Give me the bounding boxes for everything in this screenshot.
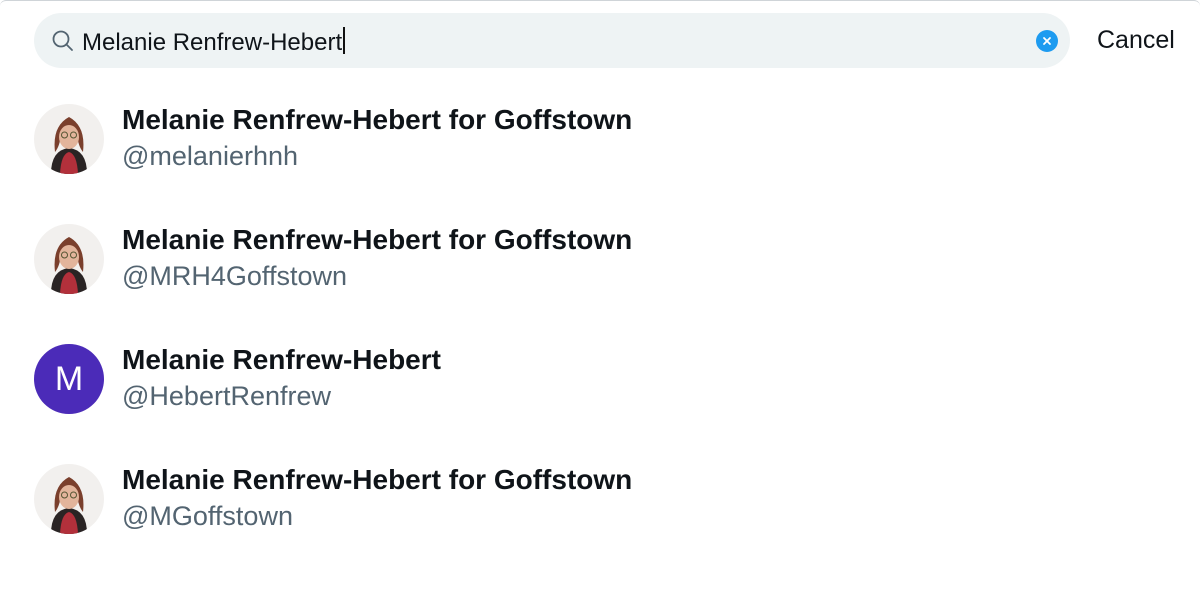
clear-search-button[interactable] [1036, 30, 1058, 52]
avatar-letter: M [54, 359, 84, 398]
result-display-name: Melanie Renfrew-Hebert for Goffstown [122, 104, 633, 135]
search-query-text: Melanie Renfrew-Hebert [82, 29, 343, 56]
result-handle: @melanierhnh [122, 141, 299, 171]
result-handle: @MRH4Goffstown [122, 261, 347, 291]
result-handle: @MGoffstown [122, 501, 293, 531]
search-input[interactable]: Melanie Renfrew-Hebert [82, 27, 346, 57]
search-bar[interactable]: Melanie Renfrew-Hebert [34, 13, 1070, 68]
search-result-item[interactable]: Melanie Renfrew-Hebert for Goffstown @MG… [0, 448, 1200, 558]
result-display-name: Melanie Renfrew-Hebert [122, 344, 441, 375]
cancel-button[interactable]: Cancel [1097, 25, 1175, 55]
avatar[interactable] [34, 224, 104, 294]
text-caret [343, 27, 346, 54]
avatar[interactable]: M [34, 344, 104, 414]
window-frame-edge [0, 0, 1200, 6]
search-result-item[interactable]: Melanie Renfrew-Hebert for Goffstown @MR… [0, 208, 1200, 318]
result-display-name: Melanie Renfrew-Hebert for Goffstown [122, 224, 633, 255]
avatar[interactable] [34, 464, 104, 534]
result-handle: @HebertRenfrew [122, 381, 331, 411]
close-icon [1043, 37, 1051, 45]
result-display-name: Melanie Renfrew-Hebert for Goffstown [122, 464, 633, 495]
search-result-item[interactable]: Melanie Renfrew-Hebert for Goffstown @me… [0, 88, 1200, 198]
search-icon [52, 30, 73, 51]
search-result-item[interactable]: M Melanie Renfrew-Hebert @HebertRenfrew [0, 328, 1200, 438]
avatar[interactable] [34, 104, 104, 174]
